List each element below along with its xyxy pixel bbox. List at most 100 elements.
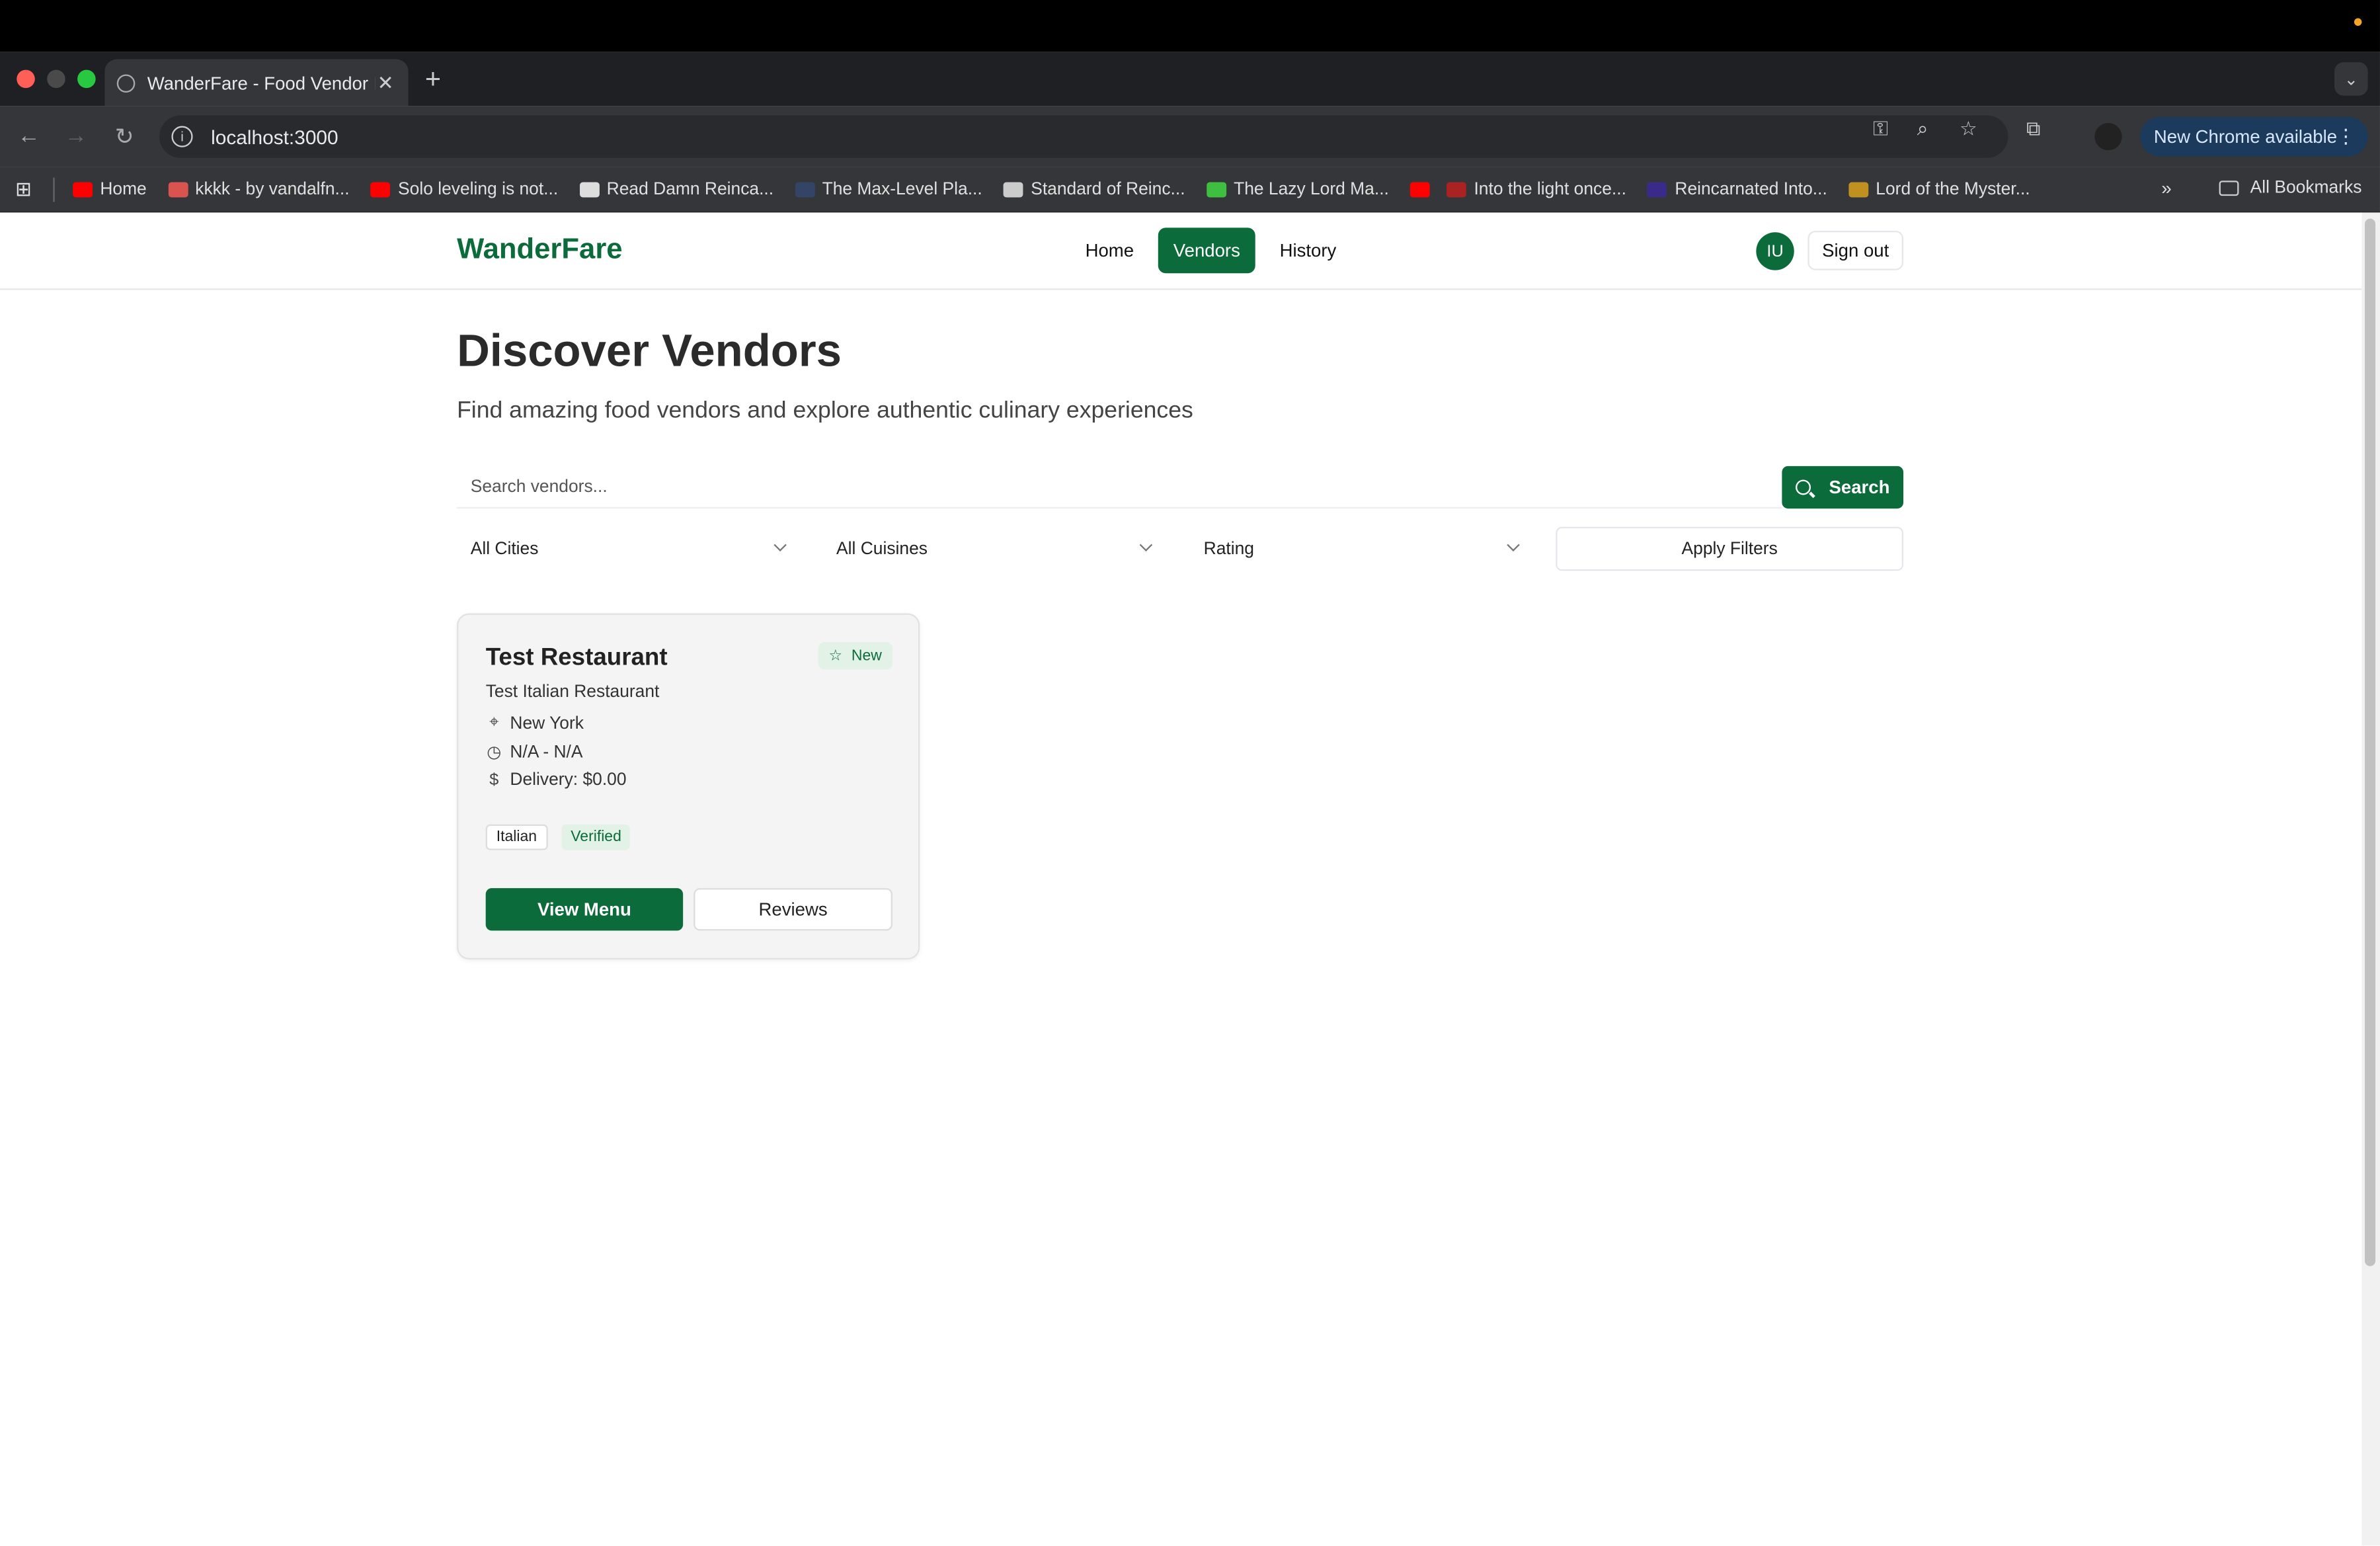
page-title: Discover Vendors [457,326,842,377]
bookmark-item[interactable]: The Lazy Lord Ma... [1206,180,1389,198]
forward-icon[interactable]: → [62,123,89,149]
dollar-icon: $ [489,771,499,790]
star-icon: ☆ [828,647,843,665]
city-select[interactable]: All Cities [457,528,797,571]
password-key-icon[interactable]: ⚿ [1873,117,1888,142]
scrollbar-thumb[interactable] [2365,218,2376,1266]
new-tab-icon[interactable]: + [425,63,441,95]
bookmark-item[interactable]: kkkk - by vandalfn... [167,180,350,198]
tab-search-chevron-icon[interactable]: ⌄ [2334,62,2368,96]
vendor-location-text: New York [510,714,584,733]
maximize-window-button[interactable] [77,69,96,89]
bookmark-item[interactable]: Solo leveling is not... [370,180,559,198]
chevron-down-icon [1139,538,1153,551]
bookmark-favicon-icon [1206,181,1226,197]
bookmark-favicon-icon [579,181,600,197]
new-badge-label: New [851,647,882,665]
bookmark-favicon-icon [72,181,93,197]
rating-select-value: Rating [1203,540,1254,559]
extensions-icon[interactable]: ⧉ [2026,117,2040,142]
globe-icon [116,73,136,92]
reviews-button[interactable]: Reviews [694,888,892,931]
bookmark-label: Read Damn Reinca... [606,180,774,198]
cuisine-select[interactable]: All Cuisines [822,528,1162,571]
bookmark-item[interactable]: Standard of Reinc... [1003,180,1185,198]
nav-home[interactable]: Home [1070,227,1149,273]
bookmark-label: Lord of the Myster... [1876,180,2030,198]
more-bookmarks-icon[interactable]: » [2161,178,2171,199]
site-logo[interactable]: WanderFare [457,234,623,268]
chevron-down-icon [774,538,787,551]
profile-icon[interactable] [2094,122,2122,151]
main-nav: Home Vendors History [1070,227,1361,274]
bookmark-label: Standard of Reinc... [1031,180,1185,198]
reload-icon[interactable]: ↻ [111,123,138,150]
chevron-down-icon [1507,538,1520,551]
rating-select[interactable]: Rating [1190,528,1530,571]
apply-filters-button[interactable]: Apply Filters [1556,526,1904,571]
all-bookmarks-button[interactable]: All Bookmarks [2218,179,2361,197]
close-window-button[interactable] [17,69,35,89]
nav-history[interactable]: History [1265,227,1352,273]
bookmark-item[interactable]: Lord of the Myster... [1848,180,2030,198]
nav-vendors[interactable]: Vendors [1158,227,1255,274]
tab-strip: WanderFare - Food Vendor M ✕ + ⌄ [0,52,2380,106]
bookmark-label: Reincarnated Into... [1675,180,1827,198]
sign-out-button[interactable]: Sign out [1807,230,1904,270]
bookmark-label: Solo leveling is not... [398,180,559,198]
bookmark-label: Home [100,180,147,198]
site-info-icon[interactable]: i [171,126,193,147]
status-dot [2354,18,2362,26]
bookmark-favicon-icon [370,181,391,197]
cuisine-select-value: All Cuisines [836,540,928,559]
bookmark-item[interactable] [1410,181,1437,197]
new-chrome-button[interactable]: New Chrome available ⋮ [2140,116,2368,157]
bookmark-item[interactable]: Into the light once... [1447,180,1626,198]
bookmark-favicon-icon [167,181,188,197]
page: WanderFare Home Vendors History IU Sign … [0,212,2362,1546]
bookmark-label: kkkk - by vandalfn... [195,180,350,198]
close-tab-icon[interactable]: ✕ [375,71,396,95]
more-menu-icon[interactable]: ⋮ [2336,124,2356,149]
vendor-hours: ◷ N/A - N/A [486,743,582,762]
city-select-value: All Cities [470,540,539,559]
browser-toolbar: ← → ↻ i localhost:3000 ⚿ ⌕ ☆ ⧉ New Chrom… [0,106,2380,167]
browser-tab[interactable]: WanderFare - Food Vendor M ✕ [104,59,409,106]
bookmark-label: The Max-Level Pla... [822,180,982,198]
minimize-window-button[interactable] [47,69,65,89]
bookmark-item[interactable]: Read Damn Reinca... [579,180,774,198]
search-icon [1796,479,1811,495]
back-icon[interactable]: ← [15,123,42,149]
bookmark-item[interactable]: Home [72,180,147,198]
vendor-location: ⌖ New York [486,713,584,733]
view-menu-button[interactable]: View Menu [485,888,684,931]
bookmark-item[interactable]: Reincarnated Into... [1647,180,1827,198]
folder-icon [2218,181,2239,196]
address-bar[interactable]: i localhost:3000 [159,115,2008,158]
apps-grid-icon[interactable]: ⊞ [15,177,32,201]
map-pin-icon: ⌖ [489,713,499,732]
bookmark-label: The Lazy Lord Ma... [1234,180,1389,198]
search-input[interactable]: Search vendors... [457,466,1782,509]
search-button[interactable]: Search [1782,466,1904,509]
bookmark-star-icon[interactable]: ☆ [1960,117,1977,142]
bookmark-favicon-icon [795,181,815,197]
new-chrome-label: New Chrome available [2153,126,2338,147]
zoom-icon[interactable]: ⌕ [1917,117,1928,142]
bookmark-favicon-icon [1003,181,1023,197]
vendor-delivery: $ Delivery: $0.00 [486,771,627,790]
new-badge: ☆ New [818,642,892,670]
vendor-delivery-text: Delivery: $0.00 [510,771,627,790]
bookmark-item[interactable]: The Max-Level Pla... [795,180,982,198]
search-button-label: Search [1829,476,1890,499]
bookmark-favicon-icon [1848,181,1868,197]
user-avatar[interactable]: IU [1756,232,1794,270]
vendor-card: Test Restaurant ☆ New Test Italian Resta… [457,613,920,960]
vendor-name: Test Restaurant [485,645,668,671]
bookmarks-divider [53,177,55,202]
bookmark-favicon-icon [1647,181,1667,197]
bookmark-favicon-icon [1447,181,1466,197]
page-scrollbar[interactable] [2361,212,2380,1546]
cuisine-tag: Italian [485,824,548,850]
clock-icon: ◷ [487,743,502,762]
